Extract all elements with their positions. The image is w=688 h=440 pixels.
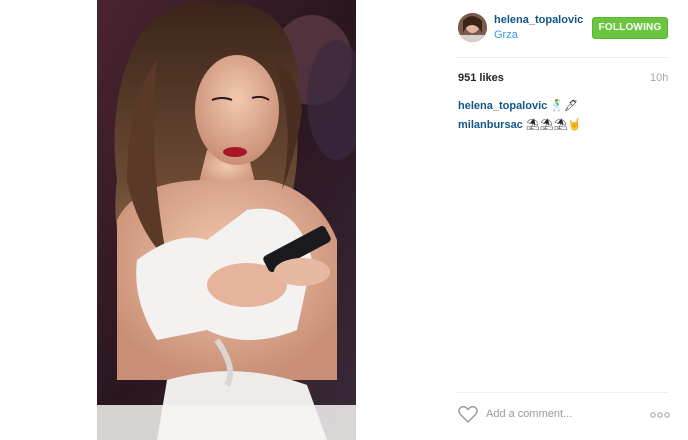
likes-count[interactable]: 951 likes	[458, 72, 504, 84]
location-link[interactable]: Grza	[494, 29, 518, 41]
comment-bar: Add a comment...	[456, 400, 676, 430]
heart-icon[interactable]	[458, 405, 478, 423]
comment-item: helena_topalovic 🕺🖊	[458, 99, 578, 112]
post-photo-image	[97, 0, 356, 440]
post-photo[interactable]	[97, 0, 356, 440]
comment-text: 🕺🖊	[550, 100, 578, 112]
more-icon[interactable]	[650, 411, 670, 419]
following-button[interactable]: FOLLOWING	[592, 17, 668, 39]
avatar[interactable]	[458, 13, 487, 42]
post-details-panel: helena_topalovic Grza FOLLOWING 951 like…	[356, 0, 688, 440]
avatar-image	[458, 13, 487, 42]
footer-divider	[456, 392, 668, 393]
post-timestamp[interactable]: 10h	[650, 72, 668, 84]
post-header: helena_topalovic Grza FOLLOWING	[356, 0, 688, 58]
header-divider	[456, 57, 668, 58]
comment-text: ⛱⛱⛱🤘	[525, 119, 582, 131]
comment-author[interactable]: helena_topalovic	[458, 100, 547, 112]
comment-author[interactable]: milanbursac	[458, 119, 523, 131]
instagram-post-view: helena_topalovic Grza FOLLOWING 951 like…	[0, 0, 688, 440]
comment-item: milanbursac ⛱⛱⛱🤘	[458, 118, 581, 131]
username-link[interactable]: helena_topalovic	[494, 14, 583, 26]
add-comment-input[interactable]: Add a comment...	[486, 408, 572, 420]
